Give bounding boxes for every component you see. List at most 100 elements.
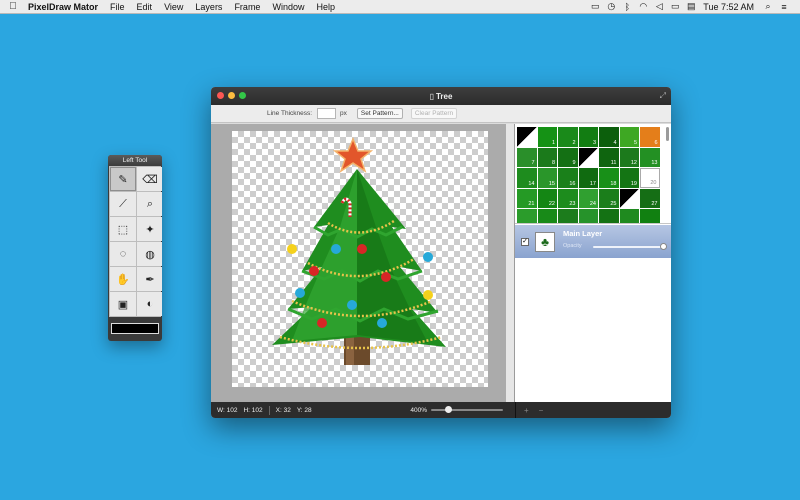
layer-opacity-slider[interactable] (593, 243, 667, 250)
menu-file[interactable]: File (104, 0, 131, 14)
lasso-tool[interactable]: ◌ (110, 242, 136, 266)
pattern-swatch[interactable] (599, 209, 619, 223)
pattern-number: 26 (630, 201, 637, 207)
pattern-swatch[interactable] (517, 209, 537, 223)
minimize-window-button[interactable] (228, 92, 235, 99)
wifi-icon[interactable]: ◠ (635, 1, 651, 12)
document-icon: ▯ (429, 91, 434, 101)
side-panel: 1 2 3 4 5 6 7 8 9 10 11 12 13 14 15 16 17 18 19 20 21 22 23 24 2… (514, 124, 671, 402)
pattern-swatch[interactable] (537, 209, 557, 223)
canvas-vertical-scrollbar[interactable] (506, 124, 514, 402)
current-color-well[interactable] (111, 323, 159, 334)
pattern-swatch[interactable]: 5 (619, 127, 639, 147)
pattern-swatch[interactable]: 12 (619, 147, 639, 167)
line-thickness-input[interactable] (317, 108, 337, 119)
drawing-canvas[interactable] (232, 131, 488, 387)
menu-clock[interactable]: Tue 7:52 AM (699, 2, 760, 12)
layer-opacity-knob[interactable] (660, 243, 667, 250)
us-flag-icon[interactable]: ▤ (683, 1, 699, 12)
zoom-tool[interactable]: ⌕ (137, 192, 162, 216)
pattern-swatch[interactable]: 3 (578, 127, 598, 147)
menu-frame[interactable]: Frame (228, 0, 266, 14)
pattern-swatch[interactable]: 17 (578, 168, 598, 188)
rect-select-tool[interactable]: ⬚ (110, 217, 136, 241)
pattern-swatch[interactable]: 25 (599, 188, 619, 208)
canvas-scroll-area[interactable] (211, 124, 514, 402)
pattern-number: 15 (548, 180, 555, 187)
pattern-number: 20 (650, 179, 657, 186)
battery-menu-icon[interactable]: ▭ (587, 1, 603, 12)
pattern-swatch[interactable]: 1 (537, 127, 557, 147)
stamp-tool[interactable]: ▣ (110, 292, 136, 316)
pattern-swatch[interactable]: 2 (558, 127, 578, 147)
pattern-swatch[interactable]: 16 (558, 168, 578, 188)
remove-layer-button[interactable]: − (539, 406, 544, 415)
pattern-palette: 1 2 3 4 5 6 7 8 9 10 11 12 13 14 15 16 17 18 19 20 21 22 23 24 2… (515, 124, 671, 224)
zoom-window-button[interactable] (239, 92, 246, 99)
tool-palette: Left Tool ✎ ⌫ ⟋ ⌕ ⬚ ✦ ◌ ◍ ✋ ✒ ▣ ◐ (108, 155, 162, 341)
pattern-number: 13 (651, 160, 658, 166)
clear-pattern-button[interactable]: Clear Pattern (410, 108, 458, 119)
pattern-swatch[interactable] (578, 209, 598, 223)
menu-app-name[interactable]: PixelDraw Mator (26, 0, 104, 14)
menu-window[interactable]: Window (266, 0, 310, 14)
pattern-swatch[interactable]: 26 (619, 188, 639, 208)
spotlight-icon[interactable]: ⌕ (760, 1, 776, 12)
menu-view[interactable]: View (158, 0, 189, 14)
pattern-swatch[interactable]: 14 (517, 168, 537, 188)
add-layer-button[interactable]: + (524, 406, 529, 415)
set-pattern-button[interactable]: Set Pattern... (356, 108, 403, 119)
pattern-swatch[interactable]: 18 (599, 168, 619, 188)
layer-visibility-checkbox[interactable]: ✓ (521, 237, 529, 246)
battery-icon[interactable]: ▭ (667, 1, 683, 12)
tool-grid: ✎ ⌫ ⟋ ⌕ ⬚ ✦ ◌ ◍ ✋ ✒ ▣ ◐ (109, 166, 162, 317)
paint-bucket-tool[interactable]: ◍ (137, 242, 162, 266)
fullscreen-icon[interactable]: ⤢ (660, 91, 666, 101)
pattern-swatch[interactable] (558, 209, 578, 223)
pattern-swatch[interactable]: 11 (599, 147, 619, 167)
pattern-swatch[interactable]: 9 (558, 147, 578, 167)
eraser-tool[interactable]: ⌫ (137, 167, 162, 191)
pattern-swatch[interactable] (640, 209, 660, 223)
pattern-number: 22 (548, 201, 555, 207)
zoom-slider-knob[interactable] (445, 406, 453, 413)
menu-layers[interactable]: Layers (189, 0, 228, 14)
window-titlebar[interactable]: ▯ Tree ⤢ (211, 87, 671, 105)
pattern-scrollbar[interactable] (666, 127, 669, 141)
pattern-swatch[interactable]: 4 (599, 127, 619, 147)
layer-row[interactable]: ✓ ♣ Main Layer Opacity (515, 225, 671, 258)
zoom-slider[interactable] (431, 406, 503, 413)
pencil-tool[interactable]: ✎ (110, 167, 136, 191)
volume-icon[interactable]: ◁ (651, 1, 667, 12)
pattern-swatch[interactable]: 6 (640, 127, 660, 147)
pattern-swatch[interactable]: 19 (619, 168, 639, 188)
pattern-swatch[interactable]: 23 (558, 188, 578, 208)
document-window: ▯ Tree ⤢ Line Thickness: px Set Pattern.… (211, 87, 671, 418)
document-toolbar: Line Thickness: px Set Pattern... Clear … (211, 105, 671, 123)
pattern-swatch[interactable]: 10 (578, 147, 598, 167)
pattern-swatch[interactable] (517, 127, 537, 147)
pattern-swatch[interactable]: 24 (578, 188, 598, 208)
menu-edit[interactable]: Edit (131, 0, 159, 14)
notification-center-icon[interactable]: ≡ (776, 2, 792, 12)
menu-help[interactable]: Help (310, 0, 341, 14)
status-y: Y: 28 (296, 406, 312, 414)
pattern-swatch[interactable]: 15 (537, 168, 557, 188)
pattern-swatch[interactable]: 7 (517, 147, 537, 167)
hand-tool[interactable]: ✋ (110, 267, 136, 291)
pattern-swatch[interactable]: 8 (537, 147, 557, 167)
time-machine-icon[interactable]: ◷ (603, 1, 619, 12)
apple-icon[interactable]:  (0, 1, 26, 12)
magic-wand-tool[interactable]: ✦ (137, 217, 162, 241)
line-tool[interactable]: ⟋ (110, 192, 136, 216)
gradient-tool[interactable]: ◐ (137, 292, 162, 316)
pattern-swatch[interactable]: 13 (640, 147, 660, 167)
pattern-swatch[interactable]: 22 (537, 188, 557, 208)
pattern-swatch[interactable]: 21 (517, 188, 537, 208)
close-window-button[interactable] (217, 92, 224, 99)
pattern-swatch[interactable]: 20 (640, 168, 660, 188)
pattern-swatch[interactable]: 27 (640, 188, 660, 208)
pattern-swatch[interactable] (619, 209, 639, 223)
eyedropper-tool[interactable]: ✒ (137, 267, 162, 291)
bluetooth-icon[interactable]: ᛒ (619, 2, 635, 12)
